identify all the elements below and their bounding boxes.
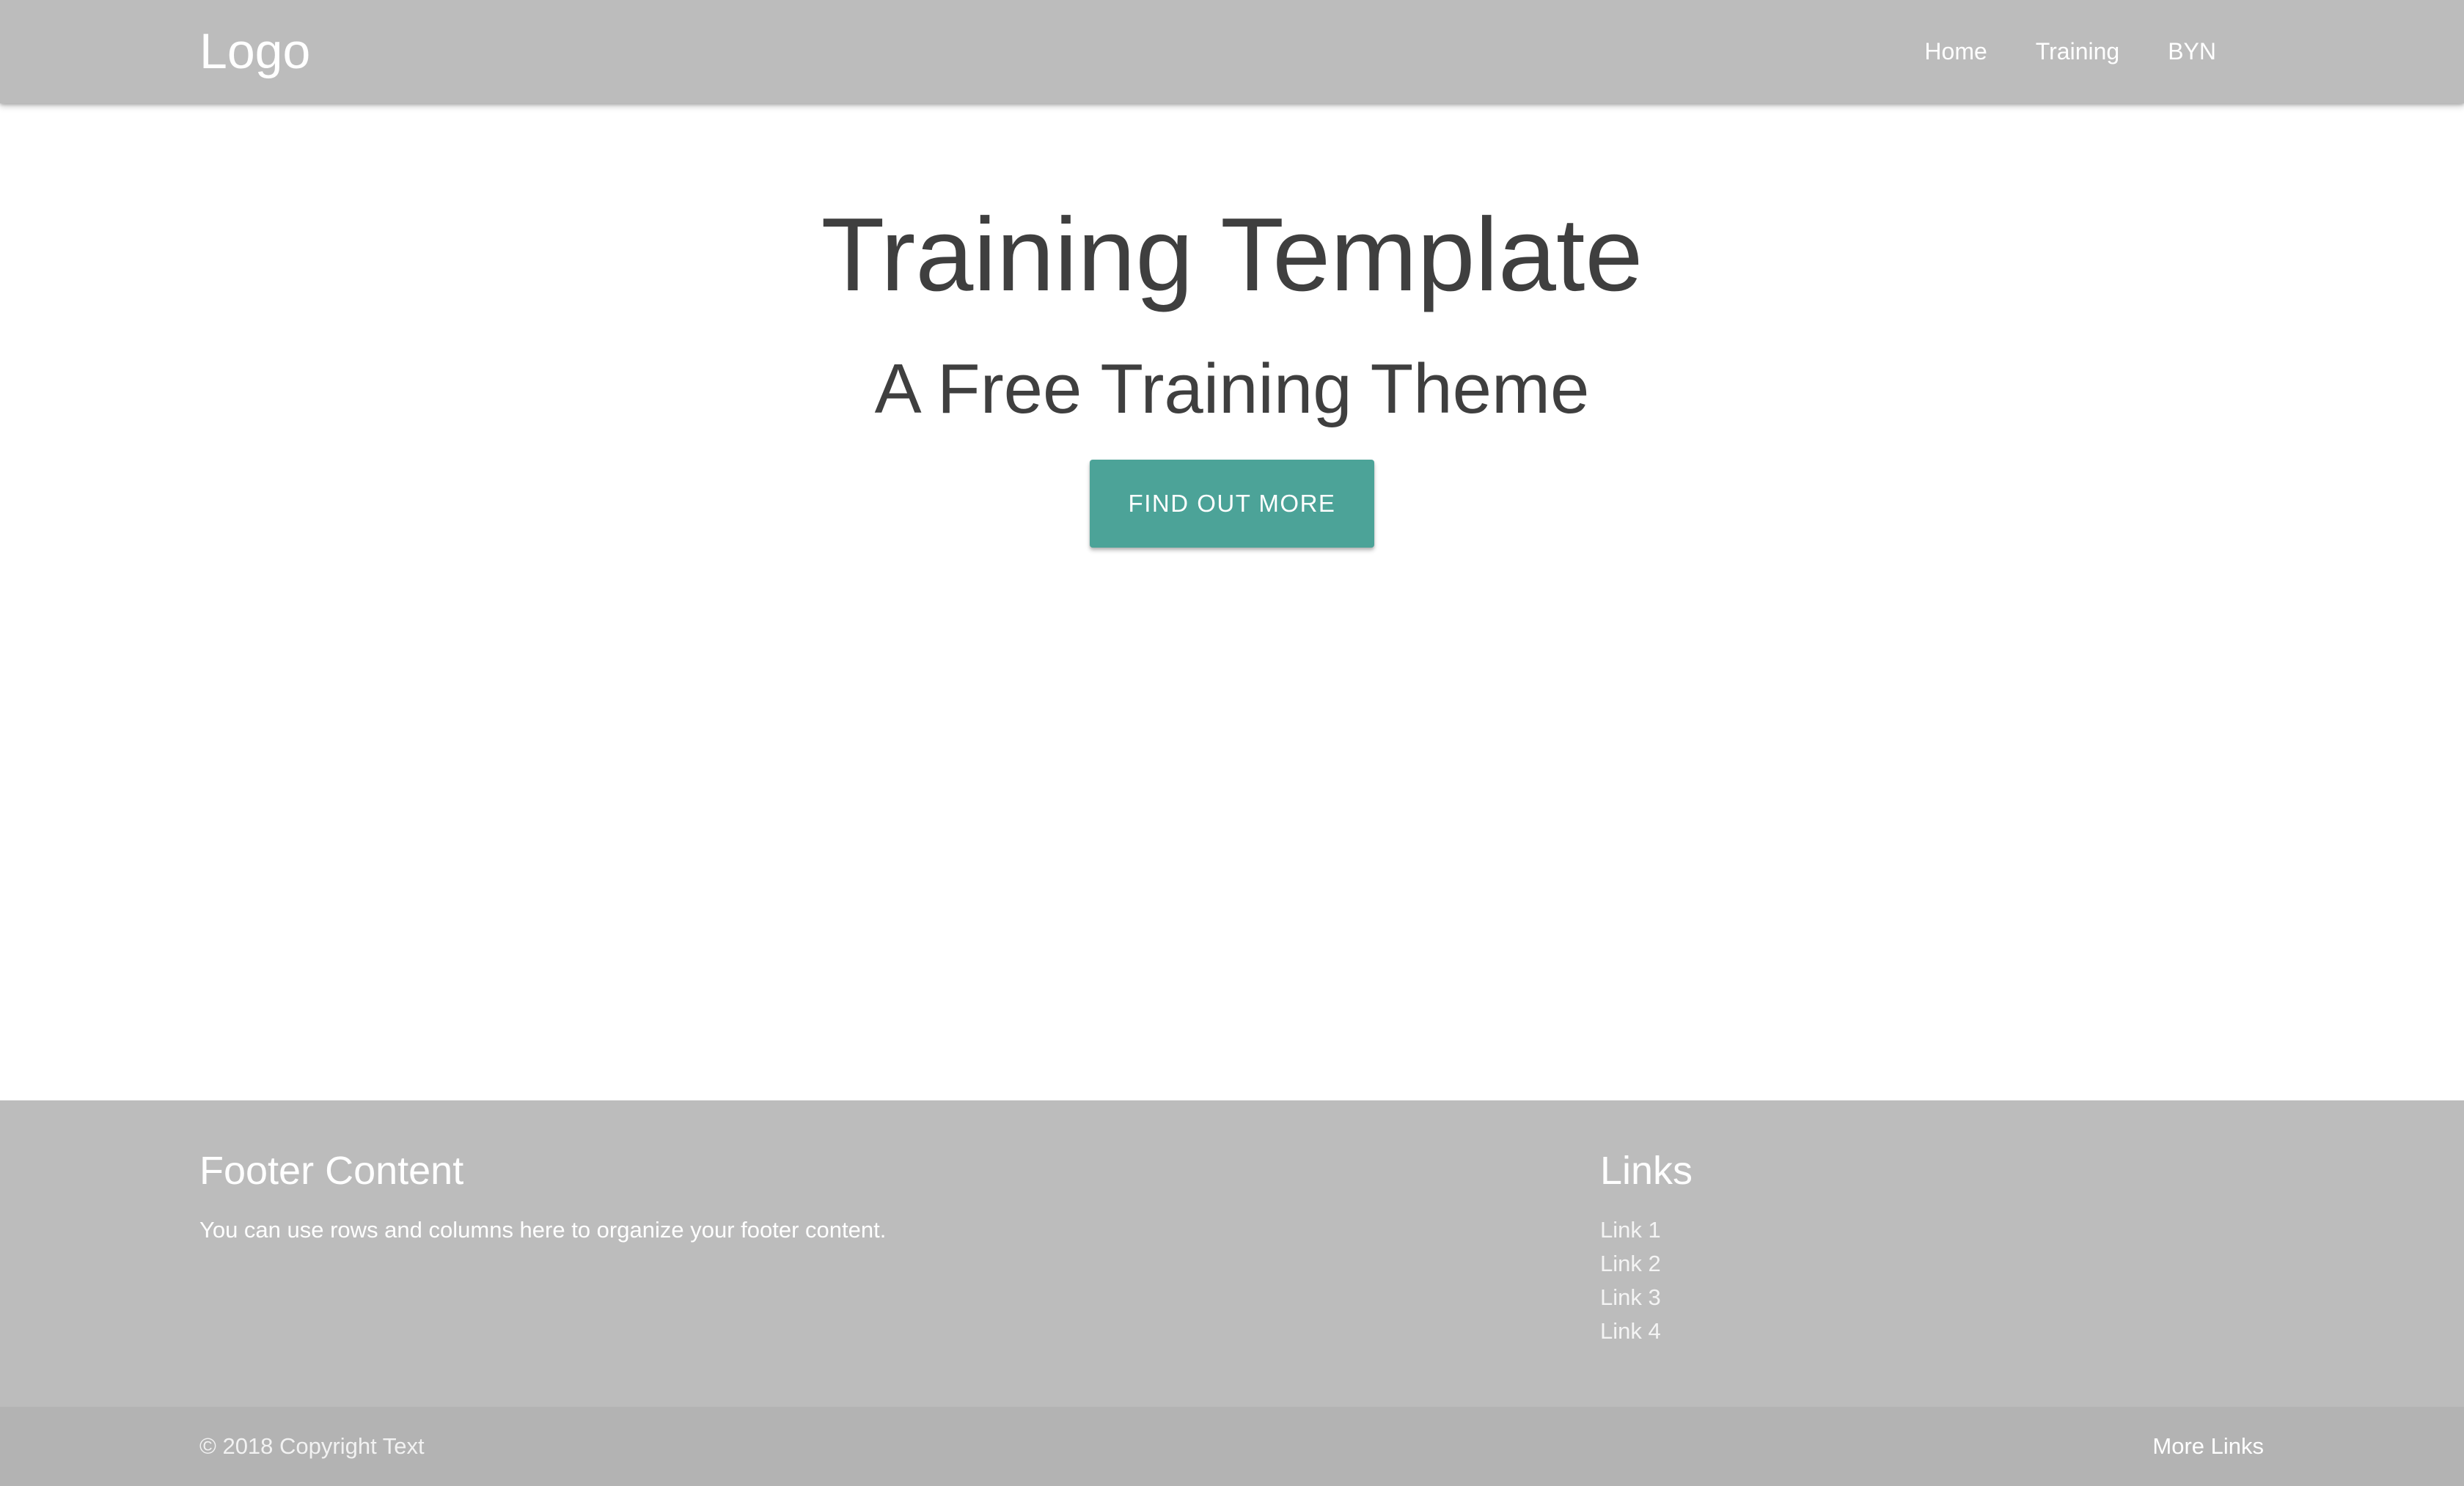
list-item: Link 4 (1600, 1314, 1661, 1348)
nav-link-byn[interactable]: BYN (2144, 0, 2240, 103)
copyright-text: © 2018 Copyright Text (199, 1433, 425, 1459)
footer-link-4[interactable]: Link 4 (1600, 1318, 1661, 1344)
footer: Footer Content You can use rows and colu… (0, 1100, 2464, 1407)
copyright-bar: © 2018 Copyright Text More Links (0, 1407, 2464, 1486)
nav-link-training[interactable]: Training (2012, 0, 2144, 103)
footer-content-text: You can use rows and columns here to org… (199, 1217, 887, 1243)
hero-section: Training Template A Free Training Theme … (0, 103, 2464, 1100)
page: Logo Home Training BYN Training Template… (0, 0, 2464, 1486)
more-links-link[interactable]: More Links (2152, 1407, 2264, 1486)
list-item: Link 1 (1600, 1213, 1661, 1247)
list-item: Link 2 (1600, 1247, 1661, 1281)
footer-link-1[interactable]: Link 1 (1600, 1217, 1661, 1243)
find-out-more-button[interactable]: FIND OUT MORE (1090, 460, 1374, 548)
footer-content-heading: Footer Content (199, 1149, 464, 1193)
list-item: Link 3 (1600, 1281, 1661, 1314)
footer-links-list: Link 1 Link 2 Link 3 Link 4 (1600, 1213, 1661, 1348)
nav-link-home[interactable]: Home (1900, 0, 2011, 103)
footer-links-heading: Links (1600, 1149, 1693, 1193)
hero-subtitle: A Free Training Theme (874, 350, 1590, 428)
footer-link-3[interactable]: Link 3 (1600, 1284, 1661, 1310)
nav-links: Home Training BYN (1900, 0, 2240, 103)
hero-title: Training Template (821, 196, 1643, 313)
logo-link[interactable]: Logo (199, 21, 310, 82)
footer-link-2[interactable]: Link 2 (1600, 1251, 1661, 1276)
navbar: Logo Home Training BYN (0, 0, 2464, 103)
